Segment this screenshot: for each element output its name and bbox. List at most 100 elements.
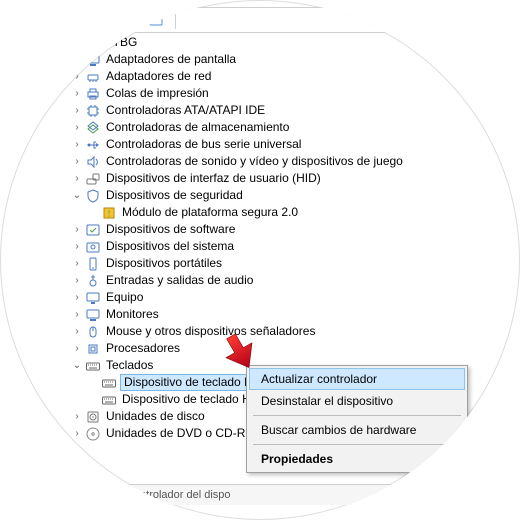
menu-item-label: Desinstalar el dispositivo — [261, 394, 393, 408]
menu-item-properties[interactable]: Propiedades — [249, 448, 465, 470]
hid-icon — [85, 171, 101, 187]
tree-row[interactable]: › Dispositivos portátiles — [60, 255, 480, 272]
disk-drive-icon — [85, 409, 101, 425]
tree-row[interactable]: ⌄ Dispositivos de seguridad — [60, 187, 480, 204]
keyboard-icon — [85, 358, 101, 374]
tree-item-label: Adaptadores de pantalla — [104, 51, 238, 68]
chevron-right-icon[interactable]: › — [70, 308, 84, 322]
tree-spacer — [86, 206, 100, 220]
menu-separator — [253, 415, 461, 416]
display-adapter-icon — [85, 52, 101, 68]
tree-item-label: Dispositivos de interfaz de usuario (HID… — [104, 170, 323, 187]
chevron-right-icon[interactable]: › — [70, 291, 84, 305]
tree-row[interactable]: ›Controladoras ATA/ATAPI IDE — [60, 102, 480, 119]
chevron-right-icon[interactable]: › — [70, 138, 84, 152]
chevron-right-icon[interactable]: › — [70, 427, 84, 441]
tree-item-label: Dispositivos de software — [104, 221, 237, 238]
keyboard-icon — [101, 392, 117, 408]
tree-item-label: Teclados — [104, 357, 155, 374]
chevron-down-icon[interactable]: ⌄ — [70, 189, 84, 203]
usb-controller-icon — [85, 137, 101, 153]
tree-spacer — [86, 393, 100, 407]
tree-row[interactable]: › Controladoras de sonido y vídeo y dispo… — [60, 153, 480, 170]
chevron-right-icon[interactable]: › — [70, 325, 84, 339]
chevron-right-icon[interactable]: › — [70, 240, 84, 254]
tree-row[interactable]: › Dispositivos del sistema — [60, 238, 480, 255]
ide-controller-icon — [85, 103, 101, 119]
chevron-right-icon[interactable]: › — [70, 410, 84, 424]
toolbar-btn-2[interactable] — [148, 12, 164, 28]
tree-item-label: Controladoras de sonido y vídeo y dispos… — [104, 153, 405, 170]
tree-item-label: Controladoras de almacenamiento — [104, 119, 291, 136]
tree-row[interactable]: › Monitores — [60, 306, 480, 323]
processor-icon — [85, 341, 101, 357]
tree-row[interactable]: › Controladoras de almacenamiento — [60, 119, 480, 136]
computer-icon — [85, 290, 101, 306]
tree-item-label: Dispositivos portátiles — [104, 255, 224, 272]
sound-controller-icon — [85, 154, 101, 170]
mouse-icon — [85, 324, 101, 340]
tree-item-label: Módulo de plataforma segura 2.0 — [120, 204, 300, 221]
dvd-drive-icon — [85, 426, 101, 442]
chevron-right-icon[interactable]: › — [70, 223, 84, 237]
tree-item-label: Controladoras de bus serie universal — [104, 136, 303, 153]
chevron-right-icon[interactable]: › — [70, 172, 84, 186]
tree-item-label: Dispositivo de teclado H — [120, 391, 253, 408]
system-device-icon — [85, 239, 101, 255]
tree-item-label: Adaptadores de red — [104, 68, 213, 85]
toolbar-btn-1[interactable] — [124, 12, 140, 28]
chevron-right-icon[interactable]: › — [70, 155, 84, 169]
toolbar-separator — [175, 11, 176, 29]
tree-row[interactable]: Módulo de plataforma segura 2.0 — [60, 204, 480, 221]
toolbar — [105, 7, 460, 33]
tree-row[interactable]: › Procesadores — [60, 340, 480, 357]
menu-item-uninstall[interactable]: Desinstalar el dispositivo — [249, 390, 465, 412]
tree-item-label: Dispositivos de seguridad — [104, 187, 245, 204]
tree-row[interactable]: › Adaptadores de red — [60, 68, 480, 85]
toolbar-separator — [112, 11, 113, 29]
audio-io-icon — [85, 273, 101, 289]
menu-separator — [253, 444, 461, 445]
tpm-icon — [101, 205, 117, 221]
tree-row[interactable]: › Controladoras de bus serie universal — [60, 136, 480, 153]
storage-controller-icon — [85, 120, 101, 136]
menu-item-label: Buscar cambios de hardware — [261, 423, 416, 437]
tree-item-label: Unidades de disco — [104, 408, 207, 425]
status-bar: izar el controlador del dispo — [90, 484, 424, 505]
chevron-right-icon[interactable]: › — [70, 342, 84, 356]
menu-item-scan-hardware[interactable]: Buscar cambios de hardware — [249, 419, 465, 441]
monitor-icon — [85, 307, 101, 323]
print-queue-icon — [85, 86, 101, 102]
chevron-right-icon[interactable]: › — [70, 104, 84, 118]
tree-spacer — [86, 376, 100, 390]
context-menu: Actualizar controlador Desinstalar el di… — [246, 365, 468, 473]
chevron-right-icon[interactable]: › — [70, 53, 84, 67]
menu-item-label: Actualizar controlador — [261, 372, 377, 386]
tree-row[interactable]: › Dispositivos de interfaz de usuario (HI… — [60, 170, 480, 187]
software-device-icon — [85, 222, 101, 238]
chevron-right-icon[interactable]: › — [70, 274, 84, 288]
chevron-right-icon[interactable]: › — [70, 121, 84, 135]
tree-item-label: Procesadores — [104, 340, 182, 357]
tree-item-label: Unidades de DVD o CD-ROM — [104, 425, 267, 442]
tree-item-label: 8TBG — [104, 34, 139, 51]
tree-row[interactable]: › Entradas y salidas de audio — [60, 272, 480, 289]
tree-row[interactable]: 8TBG — [60, 34, 480, 51]
chevron-right-icon[interactable]: › — [70, 70, 84, 84]
chevron-down-icon[interactable]: ⌄ — [70, 359, 84, 373]
tree-row[interactable]: ›Colas de impresión — [60, 85, 480, 102]
tree-row[interactable]: › Dispositivos de software — [60, 221, 480, 238]
tree-item-label: Monitores — [104, 306, 161, 323]
tree-row[interactable]: › Mouse y otros dispositivos señaladores — [60, 323, 480, 340]
keyboard-icon — [101, 375, 117, 391]
chevron-right-icon[interactable]: › — [70, 257, 84, 271]
tree-spacer — [70, 36, 84, 50]
chevron-right-icon[interactable]: › — [70, 87, 84, 101]
menu-item-update-driver[interactable]: Actualizar controlador — [249, 368, 465, 390]
tree-item-label: Entradas y salidas de audio — [104, 272, 255, 289]
menu-item-label: Propiedades — [261, 452, 333, 466]
tree-item-label: Dispositivos del sistema — [104, 238, 236, 255]
tree-item-label: Mouse y otros dispositivos señaladores — [104, 323, 317, 340]
tree-row[interactable]: › Adaptadores de pantalla — [60, 51, 480, 68]
tree-row[interactable]: ›Equipo — [60, 289, 480, 306]
